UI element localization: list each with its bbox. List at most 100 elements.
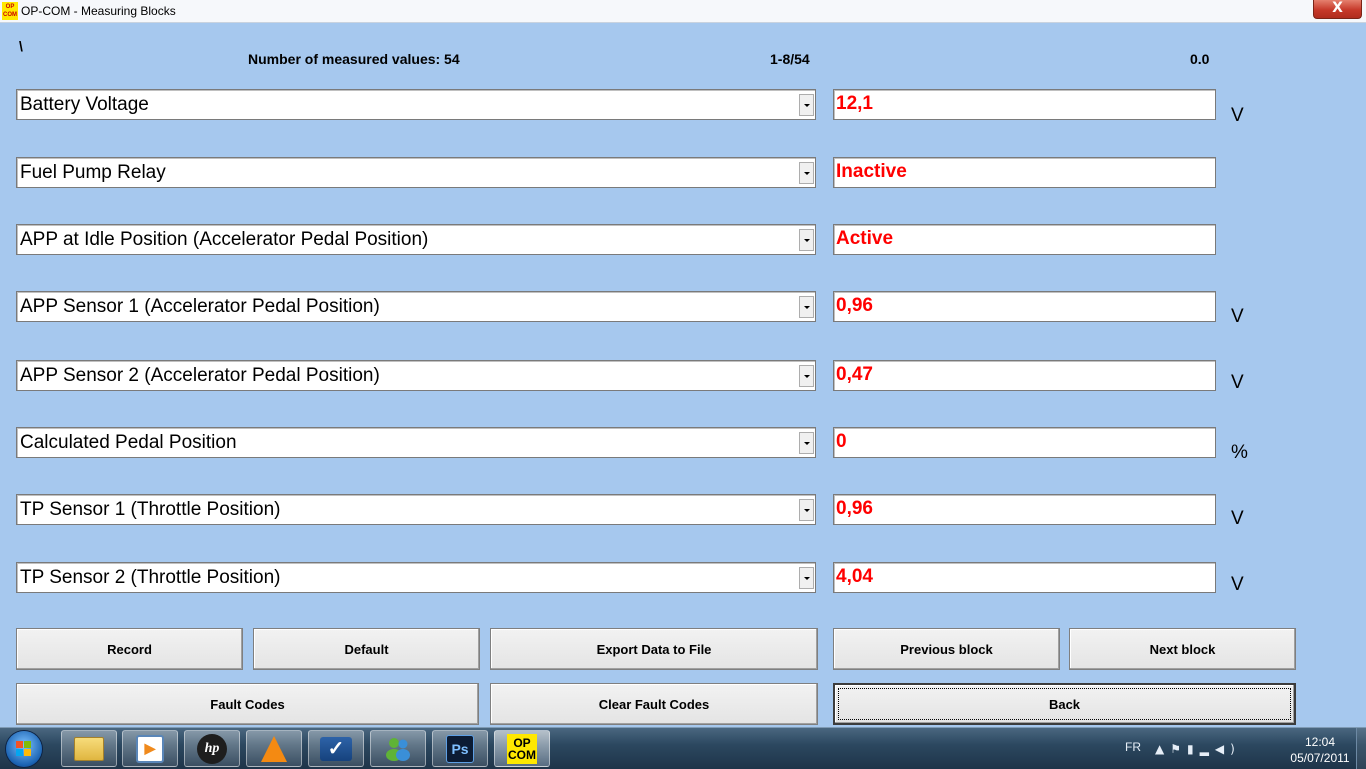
unit-label: V [1231,105,1244,126]
unit-label: V [1231,574,1244,595]
taskbar-explorer[interactable] [61,730,117,767]
check-app-icon: ✓ [320,736,352,761]
unit-label: % [1231,442,1248,463]
value-field: 12,1 [833,89,1216,120]
taskbar-opcom[interactable]: OP COM [494,730,550,767]
action-center-flag-icon[interactable]: ⚑ [1170,742,1187,756]
record-button[interactable]: Record [16,628,243,670]
unit-label: V [1231,306,1244,327]
windows-logo-icon [16,741,32,757]
parameter-label: APP Sensor 1 (Accelerator Pedal Position… [20,296,380,317]
measurement-row: Battery Voltage 12,1 V [0,89,1366,126]
measured-values-count: Number of measured values: 54 [248,51,460,67]
title-bar: OP COM OP-COM - Measuring Blocks X [0,0,1366,23]
taskbar-vlc[interactable] [246,730,302,767]
value-field: Inactive [833,157,1216,188]
clock[interactable]: 12:04 05/07/2011 [1287,734,1353,766]
export-data-button[interactable]: Export Data to File [490,628,818,670]
dropdown-arrow-icon[interactable] [799,94,814,116]
photoshop-icon: Ps [446,734,474,763]
parameter-select[interactable]: APP at Idle Position (Accelerator Pedal … [16,224,816,255]
clear-fault-codes-button[interactable]: Clear Fault Codes [490,683,818,725]
value-text: 0,47 [836,364,873,385]
dropdown-arrow-icon[interactable] [799,296,814,318]
measurement-row: APP at Idle Position (Accelerator Pedal … [0,224,1366,256]
measurement-row: Calculated Pedal Position 0 % [0,427,1366,463]
block-range: 1-8/54 [770,51,810,67]
taskbar-hp[interactable]: hp [184,730,240,767]
unit-label: V [1231,508,1244,529]
value-text: 12,1 [836,93,873,114]
value-field: 4,04 [833,562,1216,593]
opcom-icon: OP COM [507,733,537,764]
parameter-label: Fuel Pump Relay [20,162,166,183]
parameter-label: Battery Voltage [20,94,149,115]
parameter-label: TP Sensor 2 (Throttle Position) [20,567,281,588]
taskbar-check-app[interactable]: ✓ [308,730,364,767]
windows-explorer-icon [74,736,104,761]
start-button[interactable] [6,731,42,767]
parameter-select[interactable]: Calculated Pedal Position [16,427,816,458]
messenger-icon [383,735,413,763]
dropdown-arrow-icon[interactable] [799,567,814,589]
system-tray: ▲⚑▮▂◀) [1155,742,1241,756]
value-field: 0,96 [833,291,1216,322]
language-indicator[interactable]: FR [1125,740,1141,754]
value-field: 0 [833,427,1216,458]
next-block-button[interactable]: Next block [1069,628,1296,670]
parameter-label: APP Sensor 2 (Accelerator Pedal Position… [20,365,380,386]
parameter-select[interactable]: APP Sensor 2 (Accelerator Pedal Position… [16,360,816,391]
close-button[interactable]: X [1313,0,1362,19]
volume-icon[interactable]: ◀) [1215,742,1241,756]
measurement-row: TP Sensor 2 (Throttle Position) 4,04 V [0,562,1366,595]
measurement-row: APP Sensor 1 (Accelerator Pedal Position… [0,291,1366,327]
hp-icon: hp [197,733,227,764]
taskbar-media-player[interactable]: ▶ [122,730,178,767]
show-hidden-icons-icon[interactable]: ▲ [1155,742,1170,756]
parameter-select[interactable]: TP Sensor 1 (Throttle Position) [16,494,816,525]
opcom-app-icon[interactable]: OP COM [2,2,18,20]
previous-block-button[interactable]: Previous block [833,628,1060,670]
window-title: OP-COM - Measuring Blocks [21,4,176,18]
taskbar: ▶ hp ✓ Ps OP COM FR ▲⚑▮▂◀) 12:04 05/07/2… [0,727,1366,769]
value-field: Active [833,224,1216,255]
clock-time: 12:04 [1304,735,1336,749]
value-text: 0,96 [836,295,873,316]
value-text: 4,04 [836,566,873,587]
unit-label: V [1231,372,1244,393]
fault-codes-button[interactable]: Fault Codes [16,683,479,725]
parameter-label: TP Sensor 1 (Throttle Position) [20,499,281,520]
parameter-select[interactable]: TP Sensor 2 (Throttle Position) [16,562,816,593]
taskbar-messenger[interactable] [370,730,426,767]
value-field: 0,47 [833,360,1216,391]
vlc-icon [261,735,287,762]
path-indicator: \ [19,38,23,54]
taskbar-photoshop[interactable]: Ps [432,730,488,767]
parameter-select[interactable]: APP Sensor 1 (Accelerator Pedal Position… [16,291,816,322]
dropdown-arrow-icon[interactable] [799,365,814,387]
parameter-select[interactable]: Battery Voltage [16,89,816,120]
windows-media-player-icon: ▶ [136,734,164,763]
default-button[interactable]: Default [253,628,480,670]
parameter-select[interactable]: Fuel Pump Relay [16,157,816,188]
value-text: Active [836,228,894,249]
parameter-label: APP at Idle Position (Accelerator Pedal … [20,229,429,250]
value-text: Inactive [836,161,907,182]
dropdown-arrow-icon[interactable] [799,499,814,521]
measurement-row: TP Sensor 1 (Throttle Position) 0,96 V [0,494,1366,529]
measurement-row: APP Sensor 2 (Accelerator Pedal Position… [0,360,1366,393]
back-button[interactable]: Back [833,683,1296,725]
show-desktop-button[interactable] [1356,728,1366,769]
value-text: 0 [836,431,847,452]
clock-date: 05/07/2011 [1290,751,1350,765]
measurement-row: Fuel Pump Relay Inactive [0,157,1366,189]
dropdown-arrow-icon[interactable] [799,229,814,251]
parameter-label: Calculated Pedal Position [20,432,237,453]
dropdown-arrow-icon[interactable] [799,432,814,454]
battery-icon[interactable]: ▮ [1187,742,1200,756]
dropdown-arrow-icon[interactable] [799,162,814,184]
value-text: 0,96 [836,498,873,519]
measuring-blocks-panel: \ Number of measured values: 54 1-8/54 0… [0,23,1366,727]
network-icon[interactable]: ▂ [1200,742,1215,756]
header-value: 0.0 [1190,51,1210,67]
